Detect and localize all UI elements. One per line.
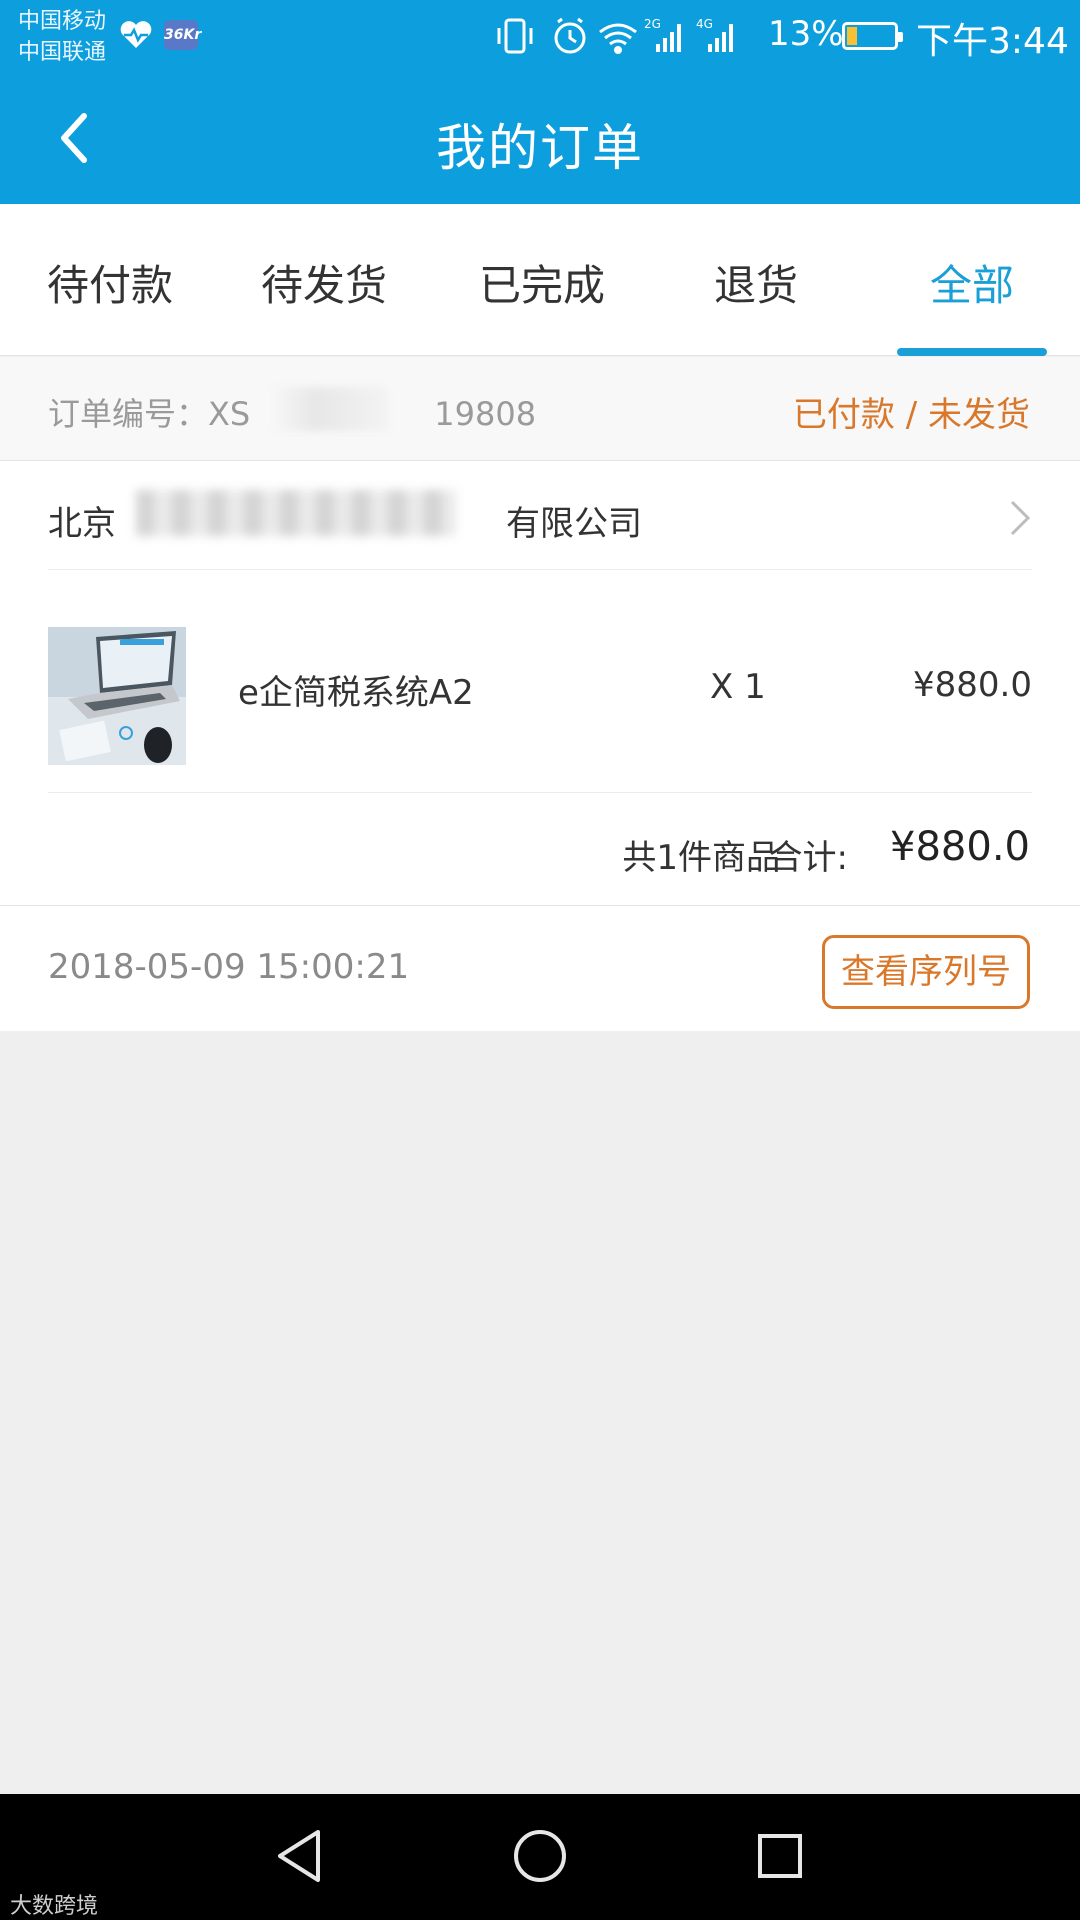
nav-recents-icon[interactable] (748, 1824, 812, 1888)
chevron-right-icon (1010, 500, 1031, 536)
active-tab-indicator (897, 348, 1047, 356)
order-status-label: 已付款 / 未发货 (792, 395, 1030, 435)
carrier-info: 中国移动 中国联通 (18, 6, 106, 68)
seller-row[interactable]: 北京 有限公司 (48, 462, 1032, 570)
status-time: 下午3:44 (916, 21, 1069, 62)
title-bar: 我的订单 (0, 70, 1080, 204)
vibrate-icon (497, 18, 533, 54)
product-thumbnail (48, 627, 186, 765)
page-title: 我的订单 (436, 119, 644, 177)
view-serial-button[interactable]: 查看序列号 (822, 935, 1030, 1009)
alarm-icon (554, 17, 586, 54)
svg-text:2G: 2G (644, 17, 661, 31)
status-bar: 中国移动 中国联通 36Kr 2G 4G 13% 下午3:44 (0, 0, 1080, 70)
wifi-icon (599, 23, 637, 54)
watermark-text: 大数跨境 (10, 1894, 99, 1919)
app-header: 中国移动 中国联通 36Kr 2G 4G 13% 下午3:44 我的订单 (0, 0, 1080, 204)
nav-home-icon[interactable] (508, 1824, 572, 1888)
carrier-2: 中国联通 (18, 40, 107, 65)
product-quantity: X 1 (710, 667, 766, 707)
tab-pending-shipment[interactable]: 待发货 (214, 252, 434, 313)
product-row[interactable]: e企简税系统A2 X 1 ¥880.0 (48, 571, 1032, 793)
battery-percent: 13% (768, 14, 844, 54)
carrier-1: 中国移动 (18, 9, 107, 34)
svg-text:4G: 4G (696, 17, 713, 31)
seller-name-suffix: 有限公司 (506, 504, 642, 544)
item-count: 共1件商品 (622, 838, 780, 878)
order-number-label: 订单编号：XS (48, 395, 251, 433)
tab-returns[interactable]: 退货 (646, 252, 866, 313)
seller-name-prefix: 北京 (48, 504, 116, 544)
redaction-blur (268, 387, 388, 431)
nav-back-icon[interactable] (268, 1824, 332, 1888)
status-icons: 2G 4G (497, 17, 733, 54)
app-badge-icon: 36Kr (164, 20, 201, 50)
tab-all[interactable]: 全部 (862, 252, 1080, 313)
health-icon (120, 21, 152, 48)
order-total-row: 共1件商品 合计: ¥880.0 (0, 794, 1080, 906)
order-footer: 2018-05-09 15:00:21 查看序列号 (0, 907, 1080, 1031)
order-card[interactable]: 订单编号：XS 19808 已付款 / 未发货 北京 有限公司 e企简税系统A2… (0, 357, 1080, 1031)
product-price: ¥880.0 (913, 665, 1032, 705)
order-tabs: 待付款 待发货 已完成 退货 全部 (0, 204, 1080, 356)
product-name: e企简税系统A2 (238, 673, 474, 713)
redaction-blur (136, 490, 456, 536)
total-amount: ¥880.0 (890, 824, 1030, 870)
battery-icon (842, 22, 903, 50)
tab-completed[interactable]: 已完成 (432, 252, 652, 313)
total-label: 合计: (768, 838, 848, 878)
tab-pending-payment[interactable]: 待付款 (0, 252, 220, 313)
order-datetime: 2018-05-09 15:00:21 (48, 947, 410, 987)
system-nav-bar: 大数跨境 (0, 1794, 1080, 1920)
order-number-tail: 19808 (434, 395, 537, 433)
order-header: 订单编号：XS 19808 已付款 / 未发货 (0, 357, 1080, 461)
